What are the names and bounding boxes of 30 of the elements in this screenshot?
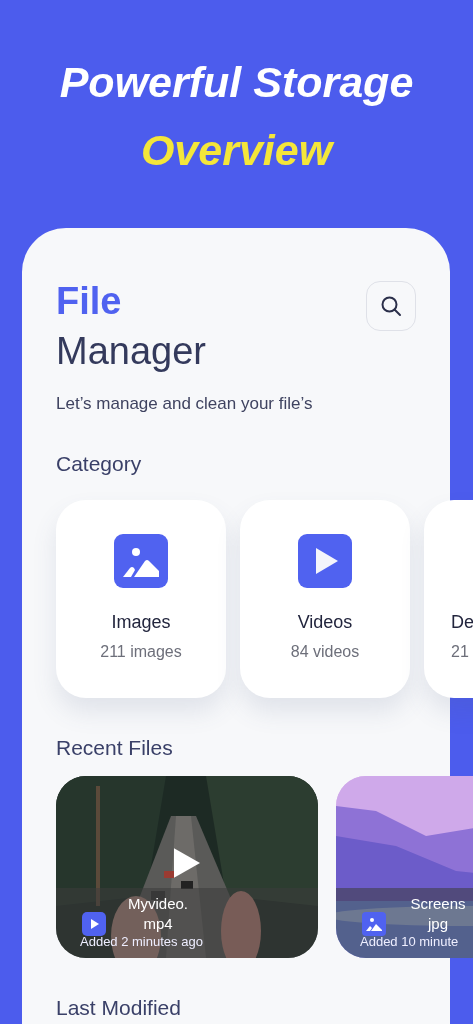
headline: Powerful Storage bbox=[59, 57, 414, 108]
category-count: 21 bbox=[451, 643, 469, 661]
play-icon bbox=[298, 534, 352, 588]
file-added-time: Added 10 minute bbox=[360, 934, 460, 949]
category-card[interactable]: Images 211 images bbox=[56, 500, 226, 698]
subtitle: Let’s manage and clean your file’s bbox=[56, 394, 314, 414]
file-added-time: Added 2 minutes ago bbox=[80, 934, 203, 949]
category-count: 84 videos bbox=[290, 643, 360, 661]
search-icon bbox=[380, 295, 402, 317]
play-icon bbox=[174, 848, 200, 878]
category-name: De bbox=[451, 612, 473, 633]
category-name: Videos bbox=[297, 612, 353, 633]
image-icon bbox=[362, 912, 386, 936]
app-title-second-line: Manager bbox=[56, 329, 206, 374]
file-name: Myvideo. mp4 bbox=[127, 894, 189, 934]
section-heading: Recent Files bbox=[56, 736, 174, 760]
category-name: Images bbox=[111, 612, 171, 633]
file-name: Screens jpg bbox=[409, 894, 467, 934]
section-heading: Last Modified bbox=[56, 996, 182, 1020]
recent-file-card[interactable]: Myvideo. mp4 Added 2 minutes ago bbox=[56, 776, 318, 958]
category-count: 211 images bbox=[100, 643, 182, 661]
recent-file-card[interactable]: Screens jpg Added 10 minute bbox=[336, 776, 473, 958]
category-card[interactable]: Videos 84 videos bbox=[240, 500, 410, 698]
app-title: File bbox=[56, 279, 123, 324]
search-button[interactable] bbox=[366, 281, 416, 331]
section-heading: Category bbox=[56, 452, 143, 476]
play-icon bbox=[82, 912, 106, 936]
image-icon bbox=[114, 534, 168, 588]
headline-highlight: Overview bbox=[140, 125, 333, 176]
category-card[interactable]: De 21 bbox=[424, 500, 473, 698]
